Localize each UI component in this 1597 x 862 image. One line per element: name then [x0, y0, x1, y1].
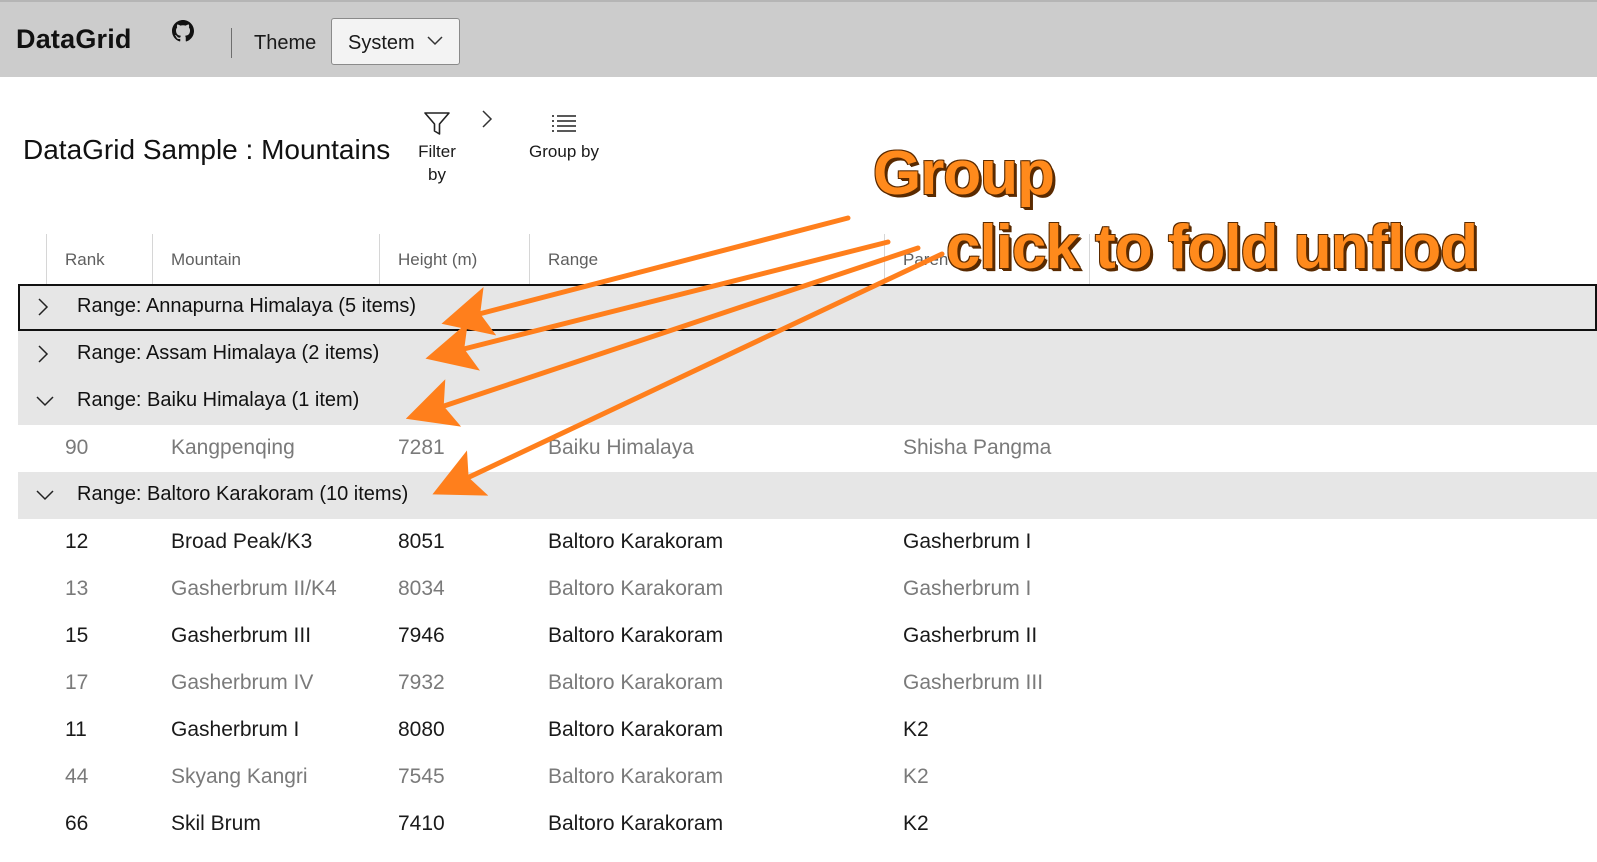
cell-range: Baltoro Karakoram	[548, 718, 724, 741]
group-header-baltoro[interactable]: Range: Baltoro Karakoram (10 items)	[18, 472, 1597, 519]
cell-mountain: Broad Peak/K3	[171, 530, 313, 553]
table-row[interactable]: 90 Kangpenqing 7281 Baiku Himalaya Shish…	[18, 425, 1597, 472]
cell-mountain: Gasherbrum I	[171, 718, 300, 741]
cell-parent: Gasherbrum III	[903, 671, 1044, 694]
column-separator[interactable]	[152, 234, 153, 284]
column-header-rank[interactable]: Rank	[65, 234, 105, 284]
group-header-baiku[interactable]: Range: Baiku Himalaya (1 item)	[18, 378, 1597, 425]
list-icon	[552, 115, 576, 132]
theme-label: Theme	[254, 32, 317, 54]
cell-range: Baltoro Karakoram	[548, 812, 724, 835]
chevron-right-icon[interactable]	[36, 345, 50, 363]
group-label: Range: Annapurna Himalaya (5 items)	[77, 295, 417, 317]
annotation-subtitle: click to fold unflod	[946, 213, 1478, 282]
column-separator[interactable]	[46, 234, 47, 284]
chevron-right-icon[interactable]	[36, 298, 50, 316]
filter-icon	[424, 112, 450, 135]
cell-parent: Gasherbrum I	[903, 530, 1032, 553]
cell-mountain: Gasherbrum III	[171, 624, 312, 647]
group-header-annapurna[interactable]: Range: Annapurna Himalaya (5 items)	[18, 284, 1597, 331]
cell-height: 7932	[398, 671, 445, 694]
cell-parent: Gasherbrum I	[903, 577, 1032, 600]
cell-rank: 90	[65, 436, 89, 459]
cell-height: 7410	[398, 812, 445, 835]
group-by-label: Group by	[529, 142, 599, 161]
header-separator	[231, 28, 232, 58]
cell-range: Baltoro Karakoram	[548, 765, 724, 788]
cell-parent: K2	[903, 718, 929, 741]
chevron-down-icon[interactable]	[36, 489, 54, 501]
app-title: DataGrid	[16, 24, 132, 54]
cell-rank: 12	[65, 530, 89, 553]
cell-rank: 66	[65, 812, 89, 835]
cell-rank: 13	[65, 577, 89, 600]
cell-range: Baltoro Karakoram	[548, 671, 724, 694]
cell-mountain: Kangpenqing	[171, 436, 295, 459]
table-row[interactable]: 15 Gasherbrum III 7946 Baltoro Karakoram…	[18, 613, 1597, 660]
cell-height: 7281	[398, 436, 445, 459]
cell-rank: 44	[65, 765, 89, 788]
group-label: Range: Baiku Himalaya (1 item)	[77, 389, 360, 411]
cell-range: Baltoro Karakoram	[548, 577, 724, 600]
cell-parent: K2	[903, 812, 929, 835]
cell-parent: K2	[903, 765, 929, 788]
table-row[interactable]: 44 Skyang Kangri 7545 Baltoro Karakoram …	[18, 754, 1597, 801]
table-row[interactable]: 13 Gasherbrum II/K4 8034 Baltoro Karakor…	[18, 566, 1597, 613]
cell-rank: 17	[65, 671, 89, 694]
table-row[interactable]: 12 Broad Peak/K3 8051 Baltoro Karakoram …	[18, 519, 1597, 566]
cell-mountain: Gasherbrum IV	[171, 671, 314, 694]
column-separator[interactable]	[1089, 234, 1090, 284]
cell-range: Baltoro Karakoram	[548, 530, 724, 553]
column-header-parent[interactable]: Paren	[903, 234, 948, 284]
table-row[interactable]: 66 Skil Brum 7410 Baltoro Karakoram K2	[18, 801, 1597, 848]
annotation-title: Group	[873, 139, 1055, 208]
chevron-down-icon[interactable]	[36, 395, 54, 407]
chevron-down-icon	[427, 36, 443, 46]
cell-height: 7545	[398, 765, 445, 788]
theme-dropdown[interactable]: System	[331, 18, 460, 65]
page-title: DataGrid Sample : Mountains	[23, 134, 391, 165]
cell-height: 8034	[398, 577, 445, 600]
table-row[interactable]: 11 Gasherbrum I 8080 Baltoro Karakoram K…	[18, 707, 1597, 754]
column-separator[interactable]	[379, 234, 380, 284]
cell-height: 8051	[398, 530, 445, 553]
column-header-mountain[interactable]: Mountain	[171, 234, 241, 284]
group-label: Range: Baltoro Karakoram (10 items)	[77, 483, 409, 505]
cell-range: Baiku Himalaya	[548, 436, 694, 459]
cell-mountain: Skil Brum	[171, 812, 261, 835]
filter-by-label-1: Filter	[418, 142, 456, 161]
top-bar: DataGrid Theme System	[0, 0, 1597, 77]
cell-rank: 11	[65, 718, 87, 741]
table-row[interactable]: 17 Gasherbrum IV 7932 Baltoro Karakoram …	[18, 660, 1597, 707]
column-separator[interactable]	[529, 234, 530, 284]
cell-range: Baltoro Karakoram	[548, 624, 724, 647]
column-separator[interactable]	[884, 234, 885, 284]
chevron-right-icon[interactable]	[480, 110, 494, 128]
cell-mountain: Skyang Kangri	[171, 765, 308, 788]
cell-rank: 15	[65, 624, 89, 647]
theme-dropdown-value: System	[348, 32, 415, 54]
column-header-range[interactable]: Range	[548, 234, 598, 284]
cell-height: 8080	[398, 718, 445, 741]
column-header-height[interactable]: Height (m)	[398, 234, 477, 284]
cell-parent: Gasherbrum II	[903, 624, 1038, 647]
filter-by-button[interactable]: Filter by	[411, 112, 463, 186]
filter-by-label-2: by	[428, 165, 446, 184]
cell-height: 7946	[398, 624, 445, 647]
group-label: Range: Assam Himalaya (2 items)	[77, 342, 380, 364]
group-by-button[interactable]: Group by	[520, 112, 608, 163]
github-icon[interactable]	[172, 20, 194, 42]
cell-mountain: Gasherbrum II/K4	[171, 577, 337, 600]
cell-parent: Shisha Pangma	[903, 436, 1052, 459]
group-header-assam[interactable]: Range: Assam Himalaya (2 items)	[18, 331, 1597, 378]
